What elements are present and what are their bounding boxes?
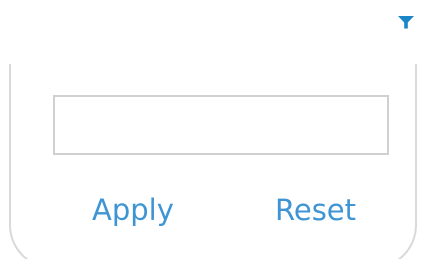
reset-button[interactable]: Reset — [275, 190, 356, 230]
filter-menu-area: Apply Reset — [0, 0, 427, 259]
filter-funnel-shape — [398, 16, 414, 29]
filter-value-input[interactable] — [53, 95, 389, 155]
filter-icon[interactable] — [396, 12, 416, 32]
apply-button[interactable]: Apply — [92, 190, 174, 230]
filter-popup: Apply Reset — [9, 64, 417, 259]
